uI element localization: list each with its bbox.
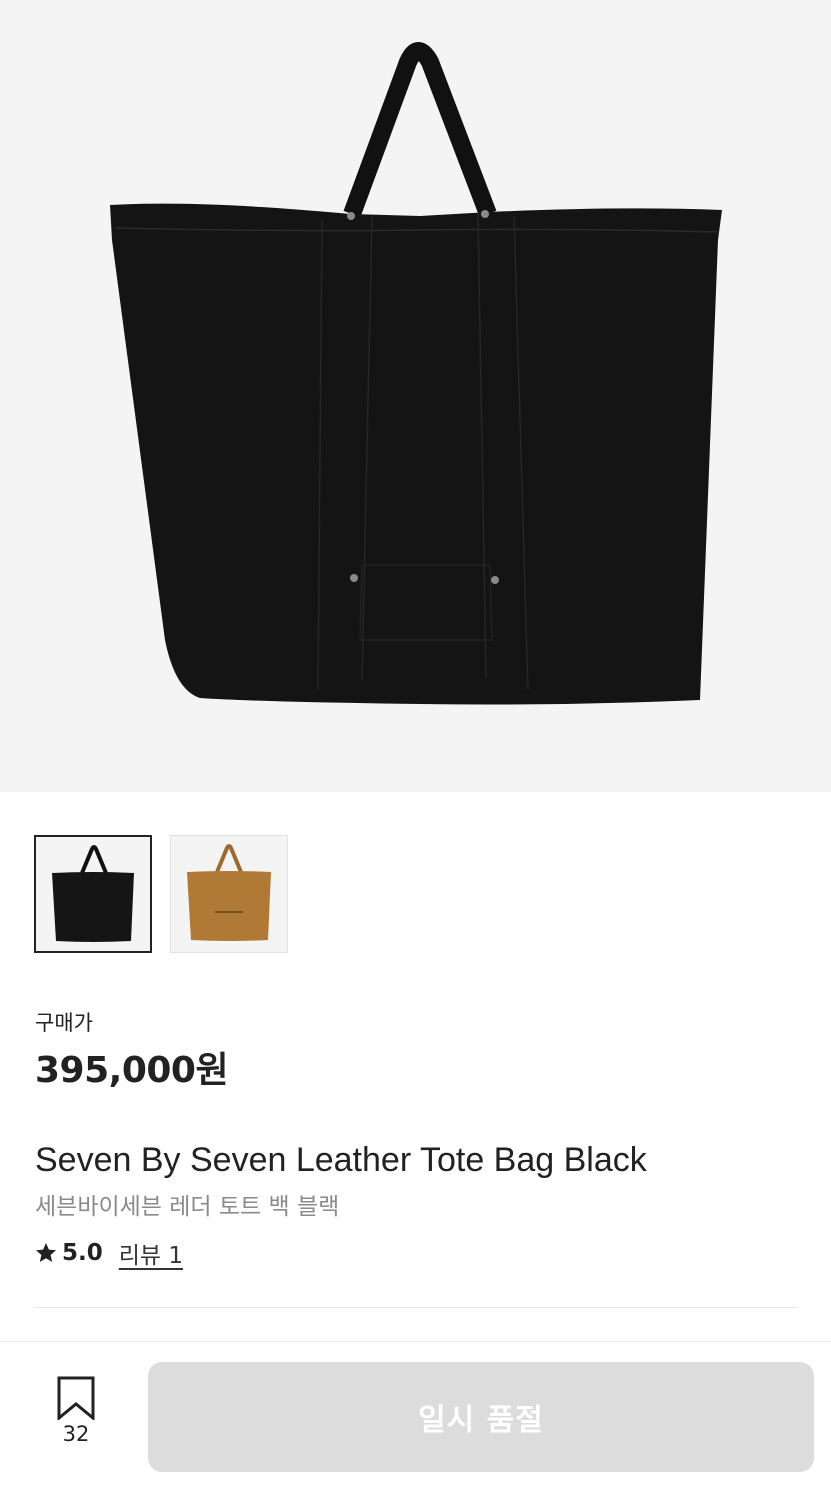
black-tote-bag-thumbnail-icon	[52, 845, 134, 942]
thumbnail-brown-bag[interactable]	[170, 835, 288, 953]
brown-tote-bag-thumbnail-icon	[187, 844, 271, 941]
product-hero-image[interactable]	[0, 0, 831, 792]
star-icon	[36, 1243, 56, 1262]
review-link[interactable]: 리뷰 1	[119, 1236, 183, 1270]
rating-value: 5.0	[62, 1240, 103, 1266]
price-label: 구매가	[35, 1011, 93, 1035]
soldout-button[interactable]: 일시 품절	[148, 1362, 814, 1472]
product-name-ko: 세븐바이세븐 레더 토트 백 블랙	[35, 1194, 340, 1220]
thumbnail-strip	[34, 835, 288, 953]
black-tote-bag-image	[110, 42, 722, 705]
bookmark-button[interactable]: 32	[48, 1376, 104, 1456]
divider	[34, 1307, 797, 1308]
rating-row: 5.0 리뷰 1	[34, 1236, 183, 1270]
product-name-en: Seven By Seven Leather Tote Bag Black	[35, 1141, 647, 1179]
bookmark-count: 32	[62, 1422, 90, 1446]
thumbnail-black-bag[interactable]	[34, 835, 152, 953]
bookmark-icon	[57, 1376, 95, 1420]
product-price: 395,000원	[35, 1050, 229, 1091]
